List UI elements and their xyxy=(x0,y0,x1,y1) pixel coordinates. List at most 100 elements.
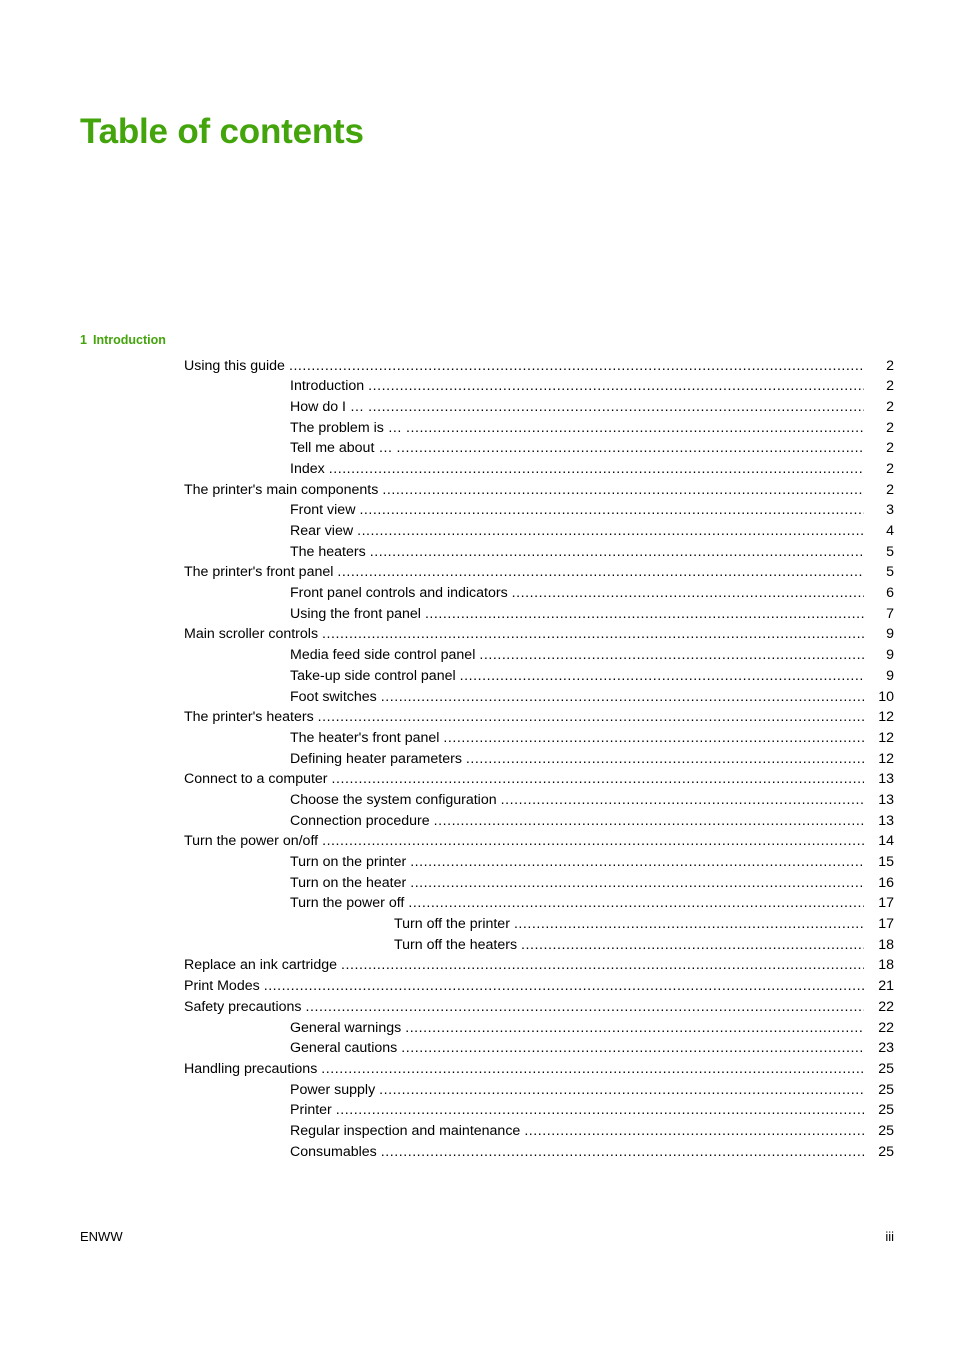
toc-entry[interactable]: Tell me about … 2 xyxy=(80,438,894,459)
toc-entry[interactable]: Safety precautions 22 xyxy=(80,997,894,1018)
toc-entry-page-number: 13 xyxy=(878,812,894,829)
toc-dot-leader xyxy=(370,542,864,556)
toc-dot-leader xyxy=(514,914,864,928)
toc-entry-label: Foot switches xyxy=(290,688,377,705)
toc-entry[interactable]: Index 2 xyxy=(80,459,894,480)
toc-dot-leader xyxy=(368,397,864,411)
toc-entry-label: Safety precautions xyxy=(184,998,302,1015)
toc-entry-label: Replace an ink cartridge xyxy=(184,957,337,974)
toc-entry[interactable]: The printer's heaters 12 xyxy=(80,707,894,728)
toc-entry-page-number: 22 xyxy=(878,998,894,1015)
toc-dot-leader xyxy=(425,604,864,618)
toc-entry[interactable]: Turn on the heater 16 xyxy=(80,873,894,894)
toc-entry-page-number: 6 xyxy=(886,585,894,602)
toc-entry-page-number: 25 xyxy=(878,1081,894,1098)
toc-entry-page-number: 2 xyxy=(886,460,894,477)
toc-entry[interactable]: Using this guide 2 xyxy=(80,356,894,377)
toc-entry[interactable]: Front panel controls and indicators 6 xyxy=(80,583,894,604)
toc-entry[interactable]: Replace an ink cartridge 18 xyxy=(80,955,894,976)
toc-entry[interactable]: Print Modes 21 xyxy=(80,976,894,997)
toc-dot-leader xyxy=(368,376,864,390)
toc-entry[interactable]: Introduction 2 xyxy=(80,376,894,397)
toc-entry-label: The heaters xyxy=(290,543,366,560)
toc-entry[interactable]: How do I … 2 xyxy=(80,397,894,418)
toc-entry[interactable]: Turn off the printer 17 xyxy=(80,914,894,935)
toc-entry[interactable]: The printer's main components 2 xyxy=(80,480,894,501)
toc-dot-leader xyxy=(336,1100,864,1114)
toc-entry-page-number: 9 xyxy=(886,647,894,664)
toc-entry[interactable]: The heaters 5 xyxy=(80,542,894,563)
toc-entry-label: Using the front panel xyxy=(290,605,421,622)
toc-entry-page-number: 2 xyxy=(886,419,894,436)
toc-dot-leader xyxy=(341,955,864,969)
toc-entry-page-number: 4 xyxy=(886,523,894,539)
toc-entry-label: The printer's front panel xyxy=(184,564,334,581)
toc-dot-leader xyxy=(512,583,864,597)
toc-entry[interactable]: Printer 25 xyxy=(80,1100,894,1121)
toc-dot-leader xyxy=(406,418,864,432)
toc-entry[interactable]: Turn the power off 17 xyxy=(80,893,894,914)
chapter-heading[interactable]: 1 Introduction xyxy=(80,334,894,347)
toc-entry-page-number: 25 xyxy=(878,1102,894,1119)
toc-entry[interactable]: Connection procedure 13 xyxy=(80,811,894,832)
toc-entry-label: Introduction xyxy=(290,378,365,395)
toc-entry-label: The heater's front panel xyxy=(290,729,440,746)
toc-entry-page-number: 22 xyxy=(878,1019,894,1036)
toc-dot-leader xyxy=(479,645,864,659)
toc-entry-label: Turn off the printer xyxy=(394,916,510,933)
toc-entry[interactable]: General cautions 23 xyxy=(80,1038,894,1059)
toc-entry[interactable]: Rear view 4 xyxy=(80,521,894,542)
toc-entry-label: Print Modes xyxy=(184,978,260,995)
toc-entry-page-number: 15 xyxy=(878,854,894,870)
toc-entry-page-number: 2 xyxy=(886,357,894,374)
toc-entry-label: Main scroller controls xyxy=(184,626,319,643)
toc-entry[interactable]: Take-up side control panel 9 xyxy=(80,666,894,687)
toc-entry[interactable]: General warnings 22 xyxy=(80,1018,894,1039)
toc-entry[interactable]: Turn off the heaters 18 xyxy=(80,935,894,956)
toc-entry[interactable]: Using the front panel 7 xyxy=(80,604,894,625)
toc-entry[interactable]: Main scroller controls 9 xyxy=(80,624,894,645)
toc-entry-page-number: 12 xyxy=(878,729,894,746)
toc-dot-leader xyxy=(410,873,864,887)
toc-entry[interactable]: Defining heater parameters 12 xyxy=(80,749,894,770)
toc-entry[interactable]: Turn the power on/off 14 xyxy=(80,831,894,852)
toc-dot-leader xyxy=(405,1018,864,1032)
toc-entry-page-number: 2 xyxy=(886,378,894,395)
toc-entry[interactable]: The printer's front panel 5 xyxy=(80,562,894,583)
toc-entry-page-number: 5 xyxy=(886,543,894,560)
toc-entry-page-number: 25 xyxy=(878,1143,894,1160)
toc-entry[interactable]: Media feed side control panel 9 xyxy=(80,645,894,666)
toc-entry-label: Power supply xyxy=(290,1081,376,1098)
toc-entry[interactable]: Turn on the printer 15 xyxy=(80,852,894,873)
toc-entry-label: Media feed side control panel xyxy=(290,647,476,664)
toc-dot-leader xyxy=(466,749,864,763)
toc-entry-page-number: 5 xyxy=(886,564,894,581)
toc-entry-page-number: 10 xyxy=(878,688,894,705)
toc-entry[interactable]: Handling precautions 25 xyxy=(80,1059,894,1080)
toc-entry-label: Turn off the heaters xyxy=(394,936,518,953)
toc-entry-page-number: 3 xyxy=(886,502,894,519)
toc-entry-label: Take-up side control panel xyxy=(290,667,456,684)
toc-dot-leader xyxy=(337,562,864,576)
toc-entry[interactable]: Front view 3 xyxy=(80,500,894,521)
toc-entry-label: Index xyxy=(290,460,325,477)
toc-entry-page-number: 2 xyxy=(886,440,894,457)
toc-entry[interactable]: The heater's front panel 12 xyxy=(80,728,894,749)
toc-dot-leader xyxy=(521,935,864,949)
toc-dot-leader xyxy=(408,893,864,907)
toc-entry[interactable]: Power supply 25 xyxy=(80,1080,894,1101)
toc-entry-label: Printer xyxy=(290,1102,332,1119)
toc-entry[interactable]: Regular inspection and maintenance 25 xyxy=(80,1121,894,1142)
toc-entry-label: Turn on the printer xyxy=(290,854,407,870)
toc-entry-page-number: 9 xyxy=(886,626,894,643)
toc-entry[interactable]: Foot switches 10 xyxy=(80,687,894,708)
toc-entry[interactable]: Consumables 25 xyxy=(80,1142,894,1163)
toc-entry-page-number: 7 xyxy=(886,605,894,622)
toc-entry[interactable]: Connect to a computer 13 xyxy=(80,769,894,790)
toc-entry-page-number: 14 xyxy=(878,833,894,850)
toc-entry[interactable]: The problem is … 2 xyxy=(80,418,894,439)
toc-entry[interactable]: Choose the system configuration 13 xyxy=(80,790,894,811)
toc-entry-label: Connection procedure xyxy=(290,812,430,829)
toc-entry-page-number: 12 xyxy=(878,709,894,726)
toc-entry-page-number: 23 xyxy=(878,1040,894,1057)
